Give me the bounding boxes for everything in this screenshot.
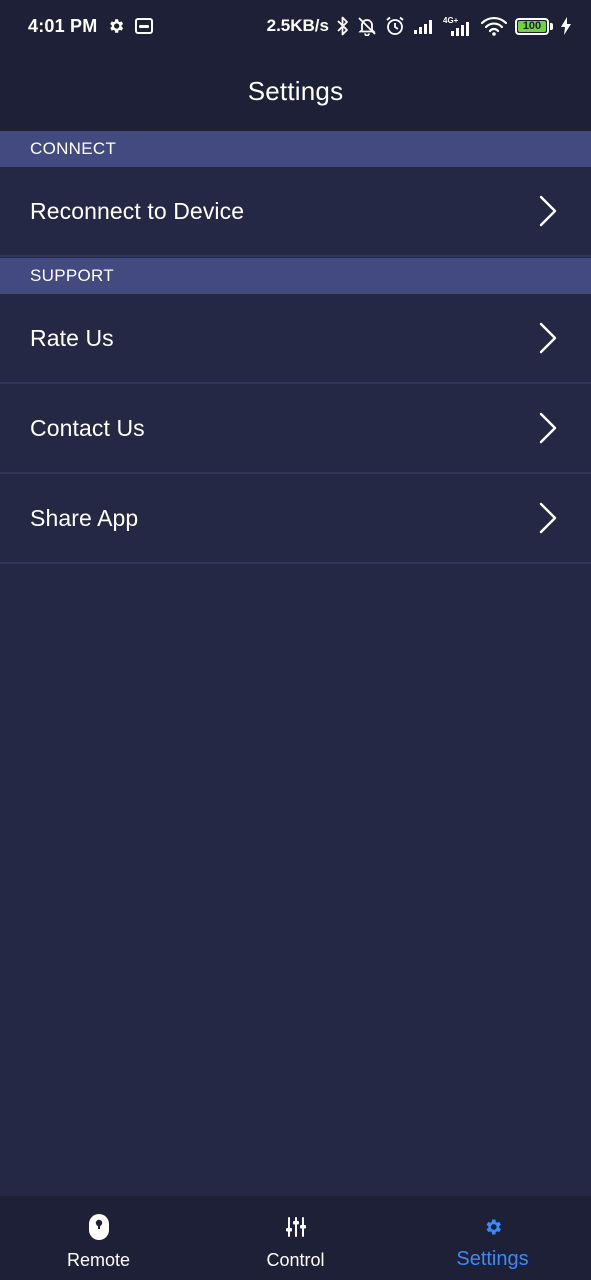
bluetooth-icon xyxy=(337,16,349,36)
sliders-icon xyxy=(285,1212,307,1242)
share-app-row[interactable]: Share App xyxy=(0,474,591,564)
reconnect-device-row[interactable]: Reconnect to Device xyxy=(0,167,591,257)
status-right: 2.5KB/s 4G+ 100 xyxy=(267,16,571,36)
row-label: Rate Us xyxy=(30,324,114,351)
charging-icon xyxy=(561,17,571,35)
gear-icon xyxy=(483,1212,503,1242)
battery-icon: 100 xyxy=(515,17,553,35)
network-speed: 2.5KB/s xyxy=(266,16,329,35)
remote-icon xyxy=(88,1212,110,1242)
network-type-label: 4G+ xyxy=(443,16,459,25)
chevron-right-icon xyxy=(539,195,557,227)
nav-label: Remote xyxy=(66,1250,131,1270)
chevron-right-icon xyxy=(539,502,557,534)
bell-off-icon xyxy=(357,16,377,36)
section-header-connect: CONNECT xyxy=(0,131,591,167)
app-header: Settings xyxy=(0,52,591,131)
gear-icon xyxy=(107,17,125,35)
bottom-nav: Remote Control Settings xyxy=(0,1196,591,1280)
row-label: Reconnect to Device xyxy=(30,197,245,224)
settings-screen: 4:01 PM 2.5KB/s 4G+ 100 Settings CONNECT… xyxy=(0,0,591,1280)
nav-label: Control xyxy=(266,1250,325,1270)
status-time: 4:01 PM xyxy=(28,15,98,36)
nav-tab-settings[interactable]: Settings xyxy=(394,1196,591,1280)
chevron-right-icon xyxy=(539,322,557,354)
status-left: 4:01 PM xyxy=(28,15,154,37)
section-header-support: SUPPORT xyxy=(0,258,591,294)
row-label: Contact Us xyxy=(30,414,145,441)
page-title: Settings xyxy=(247,76,344,106)
nav-label: Settings xyxy=(456,1248,529,1270)
nav-tab-remote[interactable]: Remote xyxy=(0,1196,197,1280)
nav-tab-control[interactable]: Control xyxy=(197,1196,394,1280)
signal-4g-icon: 4G+ xyxy=(443,16,473,36)
contact-us-row[interactable]: Contact Us xyxy=(0,384,591,474)
wifi-icon xyxy=(481,16,507,36)
signal-icon xyxy=(413,18,435,34)
row-label: Share App xyxy=(30,504,139,531)
alarm-icon xyxy=(385,16,405,36)
battery-level: 100 xyxy=(518,20,546,32)
chevron-right-icon xyxy=(539,412,557,444)
voicemail-icon xyxy=(135,18,154,34)
status-bar: 4:01 PM 2.5KB/s 4G+ 100 xyxy=(0,0,591,52)
rate-us-row[interactable]: Rate Us xyxy=(0,294,591,384)
